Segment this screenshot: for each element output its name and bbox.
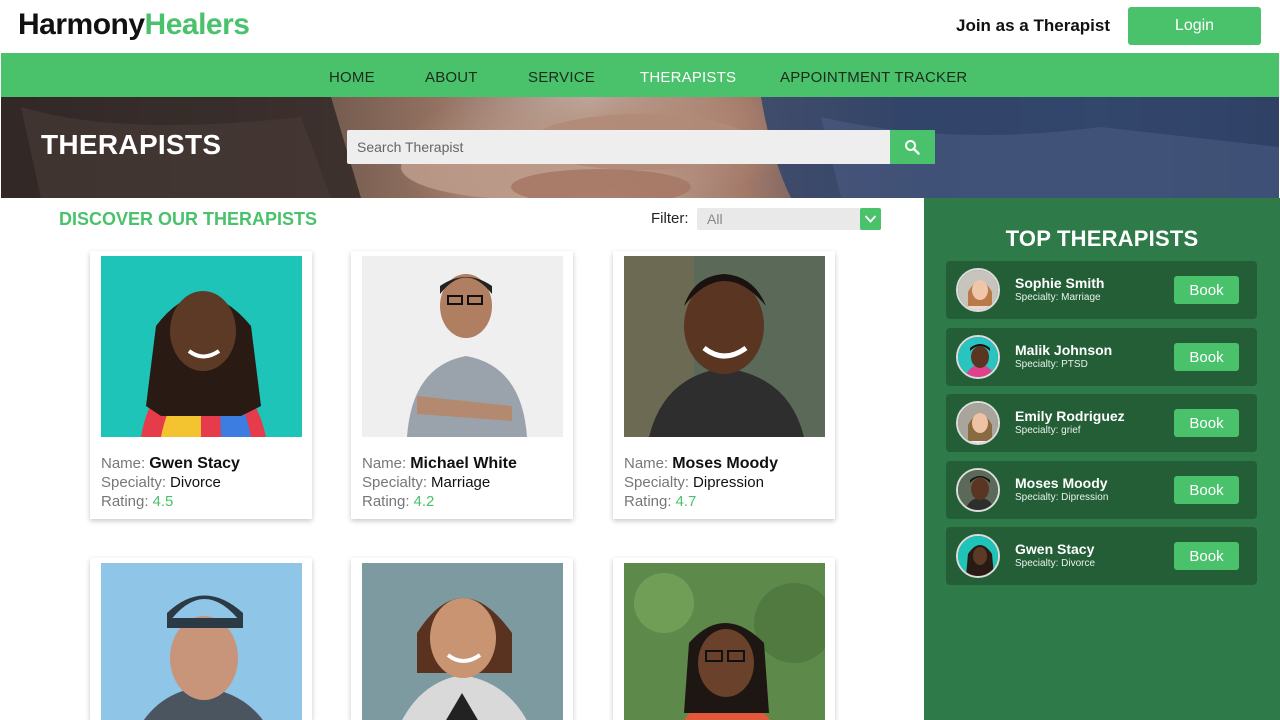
therapist-photo [624,256,825,437]
book-button[interactable]: Book [1174,409,1239,437]
therapist-specialty: Marriage [431,474,491,491]
top-therapist-name: Malik Johnson [1015,342,1113,358]
filter-dropdown[interactable]: All [697,208,881,230]
top-therapist-name: Sophie Smith [1015,275,1105,291]
book-button[interactable]: Book [1174,542,1239,570]
nav-therapists[interactable]: THERAPISTS [640,69,736,86]
filter-label: Filter: [651,210,689,227]
top-therapists-panel: TOP THERAPISTS Sophie Smith Specialty: M… [924,198,1280,720]
search-icon [905,140,920,155]
brand-name-part2: Healers [144,8,250,41]
therapist-rating: 4.7 [675,493,697,510]
therapist-rating: 4.5 [152,493,174,510]
name-label: Name: [101,455,146,472]
top-header: HarmonyHealers Join as a Therapist Login [0,0,1280,53]
page-title: THERAPISTS [41,129,222,160]
top-therapist-item: Sophie Smith Specialty: Marriage Book [946,261,1257,319]
therapist-info: Name: Moses Moody Specialty: Dipression Ra… [624,454,778,511]
top-therapist-item: Emily Rodriguez Specialty: grief Book [946,394,1257,452]
book-button[interactable]: Book [1174,276,1239,304]
specialty-label: Specialty: [101,474,167,491]
therapist-card[interactable] [613,558,835,720]
brand-name-part1: Harmony [18,8,145,41]
rating-label: Rating: [624,493,672,510]
name-label: Name: [362,455,407,472]
therapist-photo [101,256,302,437]
therapist-photo [362,256,563,437]
top-therapist-name: Gwen Stacy [1015,541,1095,557]
avatar [956,268,1000,312]
top-therapist-specialty: Specialty: Marriage [1015,292,1101,303]
avatar [956,335,1000,379]
search-button[interactable] [890,130,935,164]
top-therapists-heading: TOP THERAPISTS [1005,226,1199,251]
avatar [956,534,1000,578]
login-button[interactable]: Login [1128,7,1261,45]
therapist-name: Moses Moody [672,455,778,472]
top-therapist-specialty: Specialty: grief [1015,425,1081,436]
therapist-name: Gwen Stacy [149,455,240,472]
therapist-info: Name: Gwen Stacy Specialty: Divorce Rating… [101,454,240,511]
therapist-card[interactable] [351,558,573,720]
therapist-rating: 4.2 [413,493,435,510]
therapist-card[interactable] [90,558,312,720]
discover-heading: DISCOVER OUR THERAPISTS [59,209,318,229]
brand-logo[interactable]: HarmonyHealers [18,8,250,42]
top-therapist-specialty: Specialty: Dipression [1015,492,1109,503]
avatar [956,401,1000,445]
hero-banner: THERAPISTS [1,97,1279,198]
therapist-photo [362,563,563,720]
filter-selected-value: All [707,211,723,227]
nav-appointment-tracker[interactable]: APPOINTMENT TRACKER [780,69,967,86]
nav-about[interactable]: ABOUT [425,69,478,86]
top-therapist-specialty: Specialty: Divorce [1015,558,1096,569]
top-therapist-item: Moses Moody Specialty: Dipression Book [946,461,1257,519]
therapist-card[interactable]: Name: Gwen Stacy Specialty: Divorce Rating… [90,251,312,519]
top-therapist-name: Emily Rodriguez [1015,408,1125,424]
therapist-photo [624,563,825,720]
specialty-label: Specialty: [624,474,690,491]
therapist-specialty: Divorce [170,474,221,491]
therapist-photo [101,563,302,720]
top-therapist-name: Moses Moody [1015,475,1108,491]
therapist-specialty: Dipression [693,474,764,491]
rating-label: Rating: [101,493,149,510]
therapist-card[interactable]: Name: Moses Moody Specialty: Dipression Ra… [613,251,835,519]
book-button[interactable]: Book [1174,343,1239,371]
rating-label: Rating: [362,493,410,510]
filter-toggle[interactable] [860,208,881,230]
main-nav: HOME ABOUT SERVICE THERAPISTS APPOINTMEN… [1,53,1279,97]
name-label: Name: [624,455,669,472]
therapist-search-input[interactable] [347,130,890,164]
therapist-name: Michael White [410,455,517,472]
therapist-card[interactable]: Name: Michael White Specialty: Marriage Ra… [351,251,573,519]
nav-home[interactable]: HOME [329,69,375,86]
avatar [956,468,1000,512]
specialty-label: Specialty: [362,474,428,491]
therapist-info: Name: Michael White Specialty: Marriage Ra… [362,454,517,511]
top-therapist-specialty: Specialty: PTSD [1015,359,1088,370]
top-therapist-item: Gwen Stacy Specialty: Divorce Book [946,527,1257,585]
book-button[interactable]: Book [1174,476,1239,504]
join-as-therapist-link[interactable]: Join as a Therapist [956,16,1110,36]
chevron-down-icon [864,215,877,223]
nav-service[interactable]: SERVICE [528,69,595,86]
top-therapist-item: Malik Johnson Specialty: PTSD Book [946,328,1257,386]
